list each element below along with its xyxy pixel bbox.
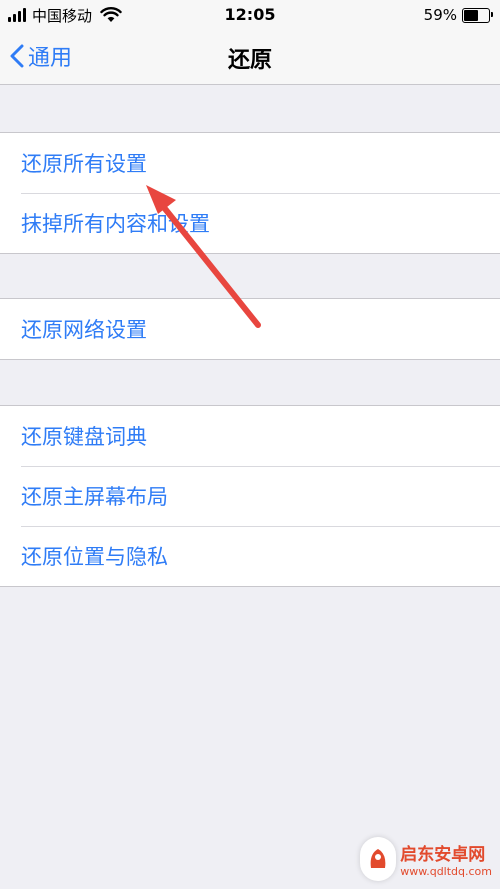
- reset-group-3: 还原键盘词典 还原主屏幕布局 还原位置与隐私: [0, 405, 500, 587]
- battery-percent: 59%: [423, 6, 457, 24]
- list-item-label: 还原位置与隐私: [21, 545, 168, 569]
- watermark: 启东安卓网 www.qdltdq.com: [360, 829, 500, 889]
- reset-network-settings-item[interactable]: 还原网络设置: [0, 299, 500, 359]
- watermark-logo-icon: [360, 837, 397, 881]
- navigation-bar: 通用 还原: [0, 30, 500, 85]
- reset-home-screen-layout-item[interactable]: 还原主屏幕布局: [0, 466, 500, 526]
- status-bar: 中国移动 12:05 59%: [0, 0, 500, 30]
- list-item-label: 还原主屏幕布局: [21, 485, 168, 509]
- reset-group-1: 还原所有设置 抹掉所有内容和设置: [0, 132, 500, 254]
- erase-all-content-item[interactable]: 抹掉所有内容和设置: [0, 193, 500, 253]
- reset-location-privacy-item[interactable]: 还原位置与隐私: [0, 526, 500, 586]
- list-item-label: 还原键盘词典: [21, 425, 147, 449]
- list-item-label: 还原网络设置: [21, 318, 147, 342]
- list-item-label: 抹掉所有内容和设置: [21, 212, 210, 236]
- battery-fill: [464, 9, 479, 21]
- watermark-text: 启东安卓网 www.qdltdq.com: [400, 840, 492, 878]
- reset-keyboard-dictionary-item[interactable]: 还原键盘词典: [0, 406, 500, 466]
- list-item-label: 还原所有设置: [21, 152, 147, 176]
- page-title: 还原: [227, 48, 272, 73]
- reset-all-settings-item[interactable]: 还原所有设置: [0, 133, 500, 193]
- battery-icon: [462, 7, 493, 23]
- reset-group-2: 还原网络设置: [0, 298, 500, 360]
- watermark-url: www.qdltdq.com: [400, 865, 492, 878]
- status-bar-right: 59%: [423, 5, 493, 25]
- watermark-name: 启东安卓网: [400, 845, 486, 865]
